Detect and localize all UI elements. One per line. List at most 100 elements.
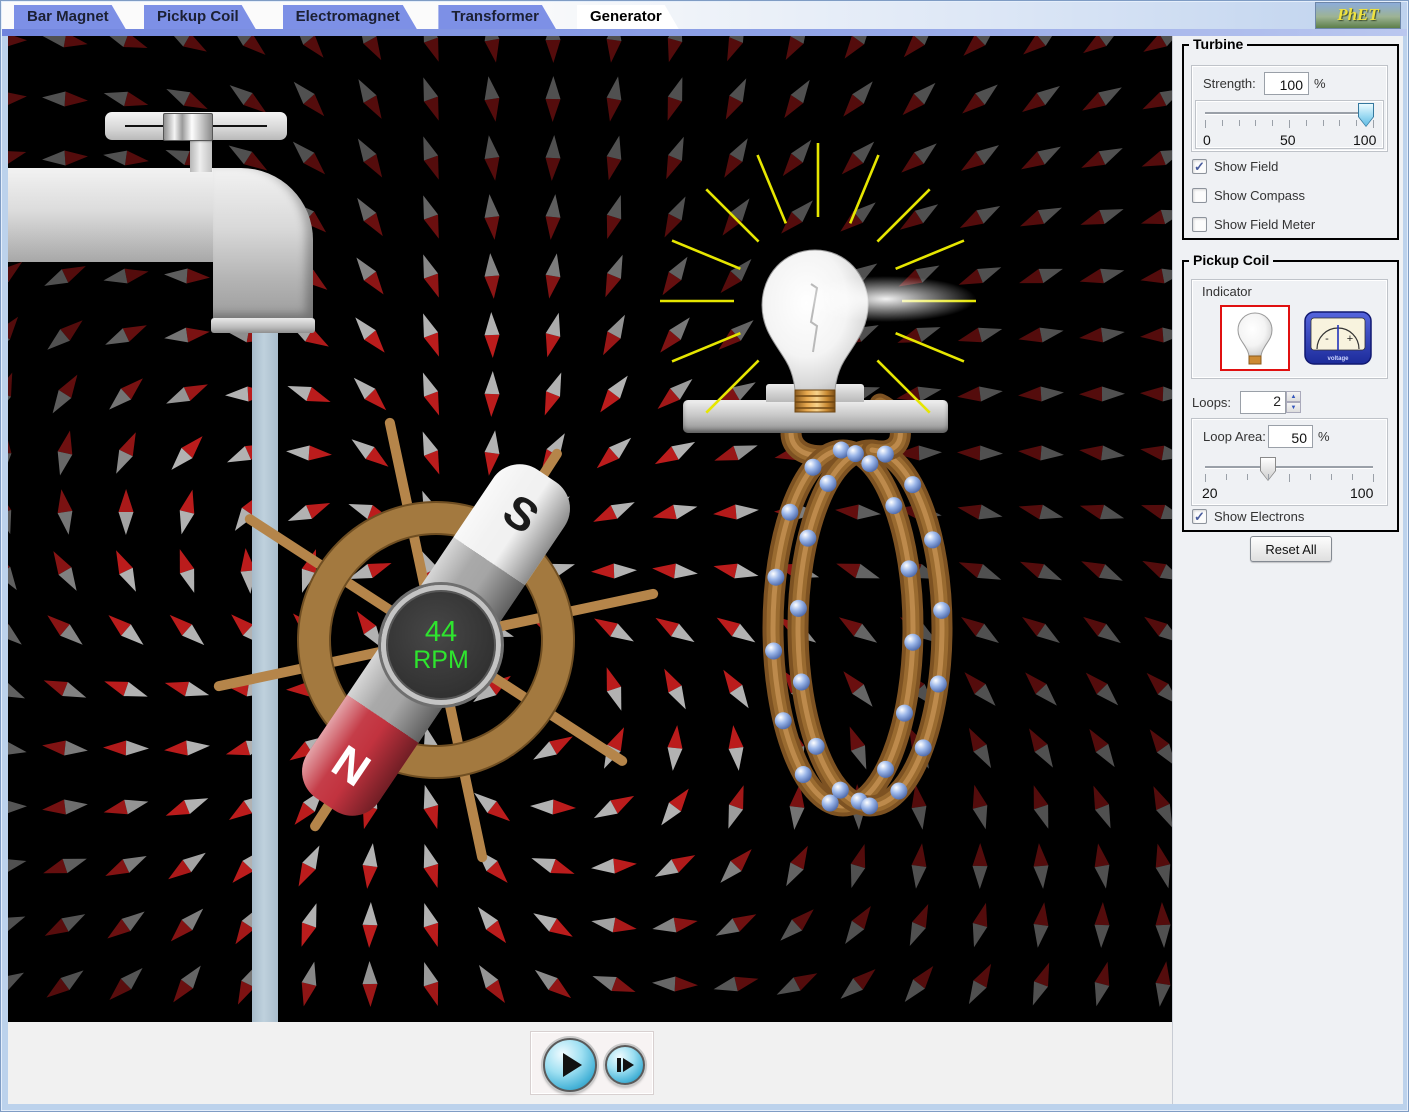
bulb-glass <box>762 250 868 390</box>
svg-text:+: + <box>1347 333 1353 345</box>
electron <box>832 782 849 799</box>
electron <box>781 504 798 521</box>
electron <box>793 674 810 691</box>
loops-down-button[interactable]: ▼ <box>1286 402 1301 413</box>
slider-tick <box>1306 120 1307 126</box>
loop-area-min-label: 20 <box>1202 485 1218 501</box>
voltmeter-indicator-button[interactable]: - + voltage <box>1304 311 1372 365</box>
simulation-area: N S 44 RPM <box>8 36 1172 1022</box>
slider-tick <box>1339 120 1340 126</box>
electron <box>775 712 792 729</box>
reset-all-button[interactable]: Reset All <box>1250 536 1332 562</box>
turbine-group-title: Turbine <box>1189 36 1247 52</box>
bulb-indicator-button[interactable] <box>1220 305 1290 371</box>
light-ray <box>877 189 929 241</box>
loops-value[interactable]: 2 <box>1240 391 1286 414</box>
light-ray <box>706 189 758 241</box>
electron <box>767 569 784 586</box>
checkbox-show-field[interactable]: ✓ Show Field <box>1192 159 1278 174</box>
light-ray <box>877 360 929 412</box>
pickup-coil-group: Pickup Coil Indicator <box>1182 260 1399 532</box>
slider-tick <box>1356 120 1357 126</box>
tab-bar-magnet[interactable]: Bar Magnet <box>14 5 126 29</box>
slider-tick <box>1247 474 1248 480</box>
strength-box: Strength: % 0 50 100 <box>1191 65 1388 152</box>
strength-max-label: 100 <box>1353 132 1376 148</box>
play-button[interactable] <box>543 1038 597 1092</box>
clock-control-panel <box>530 1031 654 1095</box>
light-ray <box>850 155 878 223</box>
loop-area-slider-track[interactable] <box>1205 466 1373 468</box>
svg-text:-: - <box>1325 333 1329 345</box>
step-button[interactable] <box>605 1045 645 1085</box>
checkbox-box[interactable] <box>1192 188 1207 203</box>
checkbox-box[interactable]: ✓ <box>1192 509 1207 524</box>
pickup-group-title: Pickup Coil <box>1189 252 1273 268</box>
slider-tick <box>1323 120 1324 126</box>
checkbox-label: Show Field <box>1214 159 1278 174</box>
checkbox-box[interactable] <box>1192 217 1207 232</box>
electron <box>904 634 921 651</box>
slider-tick <box>1289 474 1290 482</box>
electron <box>799 530 816 547</box>
checkbox-box[interactable]: ✓ <box>1192 159 1207 174</box>
clock-control-strip <box>8 1022 1172 1104</box>
strength-unit: % <box>1314 76 1326 91</box>
light-ray <box>896 333 964 361</box>
loop-area-unit: % <box>1318 429 1330 444</box>
slider-tick <box>1310 474 1311 480</box>
light-bulb <box>745 244 885 414</box>
bulb-indicator-icon <box>1233 311 1277 365</box>
strength-input[interactable] <box>1264 72 1309 95</box>
svg-text:voltage: voltage <box>1327 356 1349 362</box>
checkbox-label: Show Compass <box>1214 188 1305 203</box>
checkbox-show-field-meter[interactable]: Show Field Meter <box>1192 217 1315 232</box>
control-panel: Turbine Strength: % 0 50 100 ✓ Show Field… <box>1172 36 1403 1104</box>
electron <box>795 766 812 783</box>
loop-area-input[interactable] <box>1268 425 1313 448</box>
turbine-group: Turbine Strength: % 0 50 100 ✓Show Field… <box>1182 44 1399 240</box>
light-ray <box>896 241 964 269</box>
strength-slider-track[interactable] <box>1205 112 1373 114</box>
slider-tick <box>1222 120 1223 126</box>
checkbox-show-compass[interactable]: Show Compass <box>1192 188 1305 203</box>
electron <box>901 560 918 577</box>
checkbox-label: Show Field Meter <box>1214 217 1315 232</box>
loop-area-box: Loop Area: % 20 100 <box>1191 418 1388 506</box>
electron <box>930 675 947 692</box>
loops-up-button[interactable]: ▲ <box>1286 391 1301 402</box>
tab-electromagnet[interactable]: Electromagnet <box>283 5 417 29</box>
electron <box>877 761 894 778</box>
electron <box>861 797 878 814</box>
tab-transformer[interactable]: Transformer <box>438 5 556 29</box>
tab-bar: Bar Magnet Pickup Coil Electromagnet Transf… <box>2 2 1407 29</box>
light-ray <box>672 241 740 269</box>
checkbox-label: Show Electrons <box>1214 509 1304 524</box>
checkbox-show-electrons[interactable]: ✓ Show Electrons <box>1192 509 1304 524</box>
voltmeter-indicator-icon: - + voltage <box>1304 311 1372 365</box>
tab-generator[interactable]: Generator <box>577 5 679 29</box>
electron <box>890 783 907 800</box>
slider-tick <box>1268 474 1269 480</box>
electron <box>790 600 807 617</box>
slider-tick <box>1352 474 1353 480</box>
electron <box>924 531 941 548</box>
slider-tick <box>1272 120 1273 126</box>
play-icon <box>563 1053 582 1077</box>
electron <box>808 738 825 755</box>
bulb-screw-base <box>795 390 835 412</box>
strength-min-label: 0 <box>1203 132 1211 148</box>
slider-tick <box>1255 120 1256 126</box>
electron <box>915 739 932 756</box>
tab-pickup-coil[interactable]: Pickup Coil <box>144 5 256 29</box>
slider-tick <box>1373 474 1374 482</box>
electron <box>933 602 950 619</box>
indicator-label: Indicator <box>1199 284 1255 299</box>
strength-label: Strength: <box>1203 76 1256 91</box>
slider-tick <box>1205 474 1206 482</box>
slider-tick <box>1205 120 1206 128</box>
app-window: Bar Magnet Pickup Coil Electromagnet Transf… <box>0 0 1409 1112</box>
loop-area-max-label: 100 <box>1350 485 1373 501</box>
slider-tick <box>1239 120 1240 126</box>
phet-logo[interactable]: PhET <box>1315 2 1401 29</box>
